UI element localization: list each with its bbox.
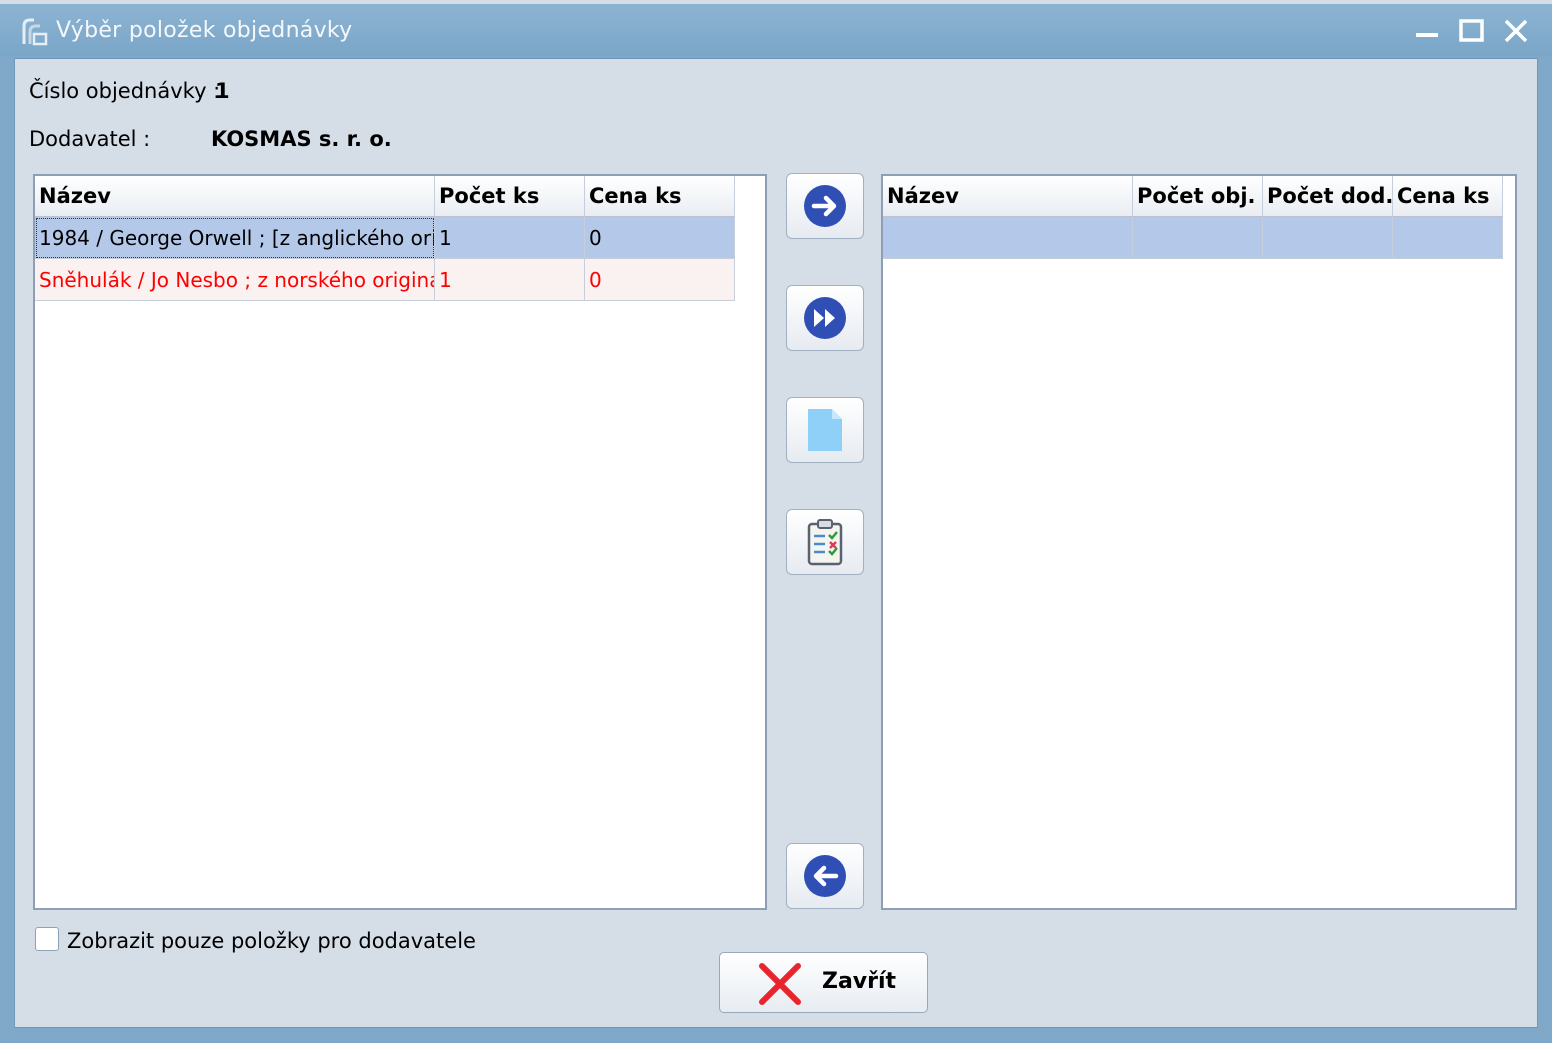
app-icon bbox=[22, 18, 48, 46]
table-row[interactable] bbox=[883, 217, 1503, 259]
new-document-button[interactable] bbox=[786, 397, 864, 463]
close-icon bbox=[759, 963, 801, 1005]
column-header-ordered[interactable]: Počet obj. bbox=[1133, 176, 1263, 216]
dialog-content: Číslo objednávky : 1 Dodavatel : KOSMAS … bbox=[14, 58, 1538, 1028]
dialog-window: Výběr položek objednávky Číslo objednávk… bbox=[0, 0, 1552, 1043]
supplier-value: KOSMAS s. r. o. bbox=[211, 127, 392, 151]
column-header-price[interactable]: Cena ks bbox=[585, 176, 735, 216]
table-row[interactable]: 1984 / George Orwell ; [z anglického ori… bbox=[35, 217, 735, 259]
grid-header: Název Počet obj. Počet dod. Cena ks bbox=[883, 176, 1503, 217]
supplier-label: Dodavatel : bbox=[29, 127, 151, 151]
move-right-button[interactable] bbox=[786, 173, 864, 239]
column-header-count[interactable]: Počet ks bbox=[435, 176, 585, 216]
cell-name[interactable]: 1984 / George Orwell ; [z anglického ori… bbox=[35, 217, 435, 259]
move-all-right-button[interactable] bbox=[786, 285, 864, 351]
column-header-name[interactable]: Název bbox=[35, 176, 435, 216]
move-left-button[interactable] bbox=[786, 843, 864, 909]
close-button[interactable]: Zavřít bbox=[719, 952, 928, 1013]
order-number-value: 1 bbox=[215, 79, 230, 103]
column-header-delivered[interactable]: Počet dod. bbox=[1263, 176, 1393, 216]
close-button-label: Zavřít bbox=[822, 969, 897, 994]
close-window-icon[interactable] bbox=[1499, 14, 1533, 48]
order-number-label: Číslo objednávky : bbox=[29, 79, 221, 103]
checklist-button[interactable] bbox=[786, 509, 864, 575]
clipboard-checklist-icon bbox=[807, 519, 843, 566]
cell-price[interactable] bbox=[1393, 217, 1503, 259]
column-header-price[interactable]: Cena ks bbox=[1393, 176, 1503, 216]
cell-price[interactable]: 0 bbox=[585, 259, 735, 301]
title-bar[interactable]: Výběr položek objednávky bbox=[0, 4, 1552, 56]
cell-delivered[interactable] bbox=[1263, 217, 1393, 259]
cell-name[interactable]: Sněhulák / Jo Nesbo ; z norského originá bbox=[35, 259, 435, 301]
document-icon bbox=[808, 409, 842, 451]
table-row[interactable]: Sněhulák / Jo Nesbo ; z norského originá… bbox=[35, 259, 735, 301]
cell-name[interactable] bbox=[883, 217, 1133, 259]
cell-count[interactable]: 1 bbox=[435, 217, 585, 259]
fast-forward-icon bbox=[804, 297, 846, 339]
selected-items-grid[interactable]: Název Počet obj. Počet dod. Cena ks bbox=[881, 174, 1517, 910]
available-items-grid[interactable]: Název Počet ks Cena ks 1984 / George Orw… bbox=[33, 174, 767, 910]
maximize-icon[interactable] bbox=[1455, 14, 1489, 48]
supplier-filter-checkbox[interactable] bbox=[35, 927, 59, 951]
cell-count[interactable]: 1 bbox=[435, 259, 585, 301]
cell-price[interactable]: 0 bbox=[585, 217, 735, 259]
supplier-filter-label[interactable]: Zobrazit pouze položky pro dodavatele bbox=[67, 929, 476, 953]
cell-ordered[interactable] bbox=[1133, 217, 1263, 259]
arrow-left-icon bbox=[804, 855, 846, 897]
minimize-icon[interactable] bbox=[1410, 14, 1444, 48]
grid-header: Název Počet ks Cena ks bbox=[35, 176, 735, 217]
arrow-right-icon bbox=[804, 185, 846, 227]
window-title: Výběr položek objednávky bbox=[56, 18, 353, 43]
column-header-name[interactable]: Název bbox=[883, 176, 1133, 216]
